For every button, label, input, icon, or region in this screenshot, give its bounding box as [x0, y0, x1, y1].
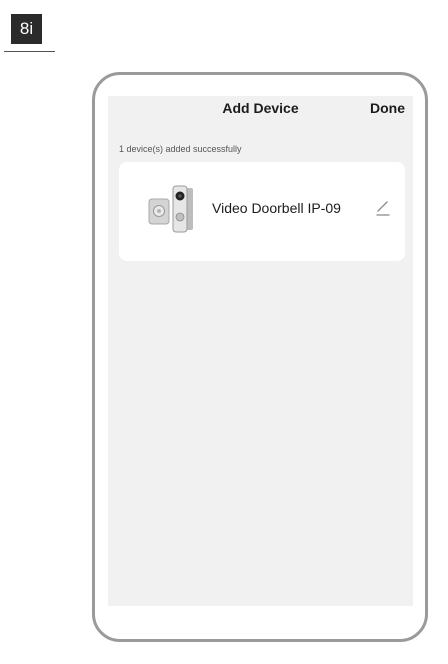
- edit-pencil-icon[interactable]: [373, 198, 393, 218]
- step-underline: [4, 51, 55, 52]
- app-screen: Add Device Done 1 device(s) added succes…: [108, 96, 413, 606]
- page-title: Add Device: [222, 100, 299, 116]
- device-card[interactable]: Video Doorbell IP-09: [119, 162, 405, 261]
- success-status-text: 1 device(s) added successfully: [119, 144, 242, 154]
- done-button[interactable]: Done: [370, 100, 405, 116]
- device-name: Video Doorbell IP-09: [212, 200, 341, 216]
- doorbell-device-image: [148, 185, 193, 233]
- step-badge: 8i: [11, 14, 42, 44]
